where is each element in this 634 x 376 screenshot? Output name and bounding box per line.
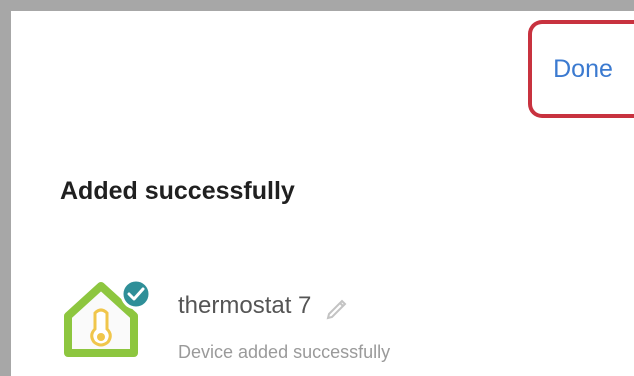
- page-title: Added successfully: [60, 177, 295, 205]
- device-status: Device added successfully: [178, 342, 391, 362]
- device-name-row: thermostat 7: [178, 292, 351, 320]
- thermostat-home-icon: [64, 278, 152, 357]
- check-badge-icon: [120, 278, 152, 310]
- done-button-label: Done: [553, 54, 613, 83]
- done-button[interactable]: Done: [532, 24, 634, 114]
- device-name: thermostat 7: [178, 292, 312, 319]
- device-list-item[interactable]: thermostat 7 Device added successfully: [58, 274, 634, 376]
- pencil-icon[interactable]: [323, 292, 351, 320]
